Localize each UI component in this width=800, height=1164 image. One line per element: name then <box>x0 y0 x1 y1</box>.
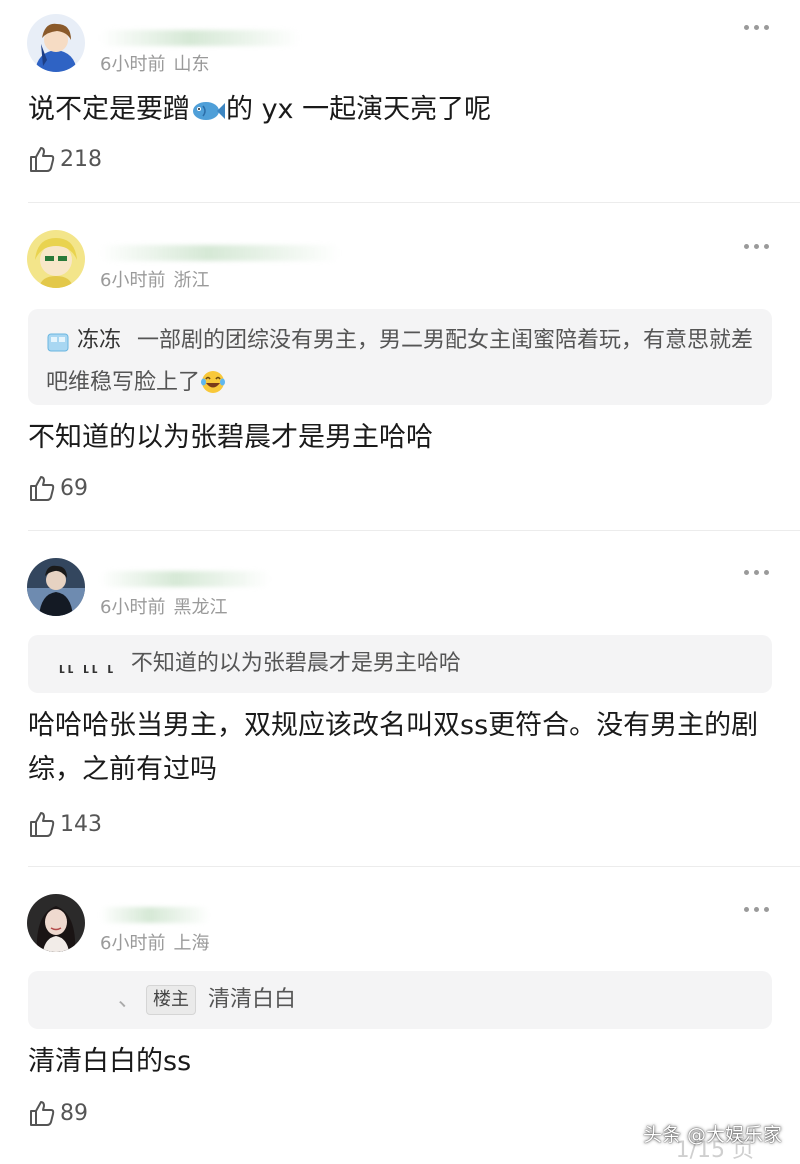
like-count: 89 <box>60 1100 88 1126</box>
laughing-tears-emoji-icon <box>200 369 226 407</box>
like-button[interactable]: 143 <box>28 810 102 838</box>
quoted-reply[interactable]: 冻冻 一部剧的团综没有男主，男二男配女主闺蜜陪着玩，有意思就差吧维稳写脸上了 <box>28 309 772 405</box>
like-count: 143 <box>60 811 102 837</box>
quote-author[interactable]: 冻冻 <box>77 328 121 353</box>
username-blurred <box>100 907 210 923</box>
more-options-icon[interactable] <box>744 904 770 914</box>
quote-text: 一部剧的团综没有男主，男二男配女主闺蜜陪着玩，有意思就差吧维稳写脸上了 <box>46 328 754 395</box>
comment-meta: 6小时前 黑龙江 <box>100 593 227 619</box>
comment-time: 6小时前 <box>100 933 166 954</box>
comment-location: 黑龙江 <box>173 597 228 618</box>
thumbs-up-icon <box>30 476 55 501</box>
comment-text: 清清白白的ss <box>28 1046 192 1077</box>
quote-author-blurred: 、 <box>118 987 141 1012</box>
quoted-reply[interactable]: ⸤⸤ ⸤⸤ ⸤ 不知道的以为张碧晨才是男主哈哈 <box>28 635 772 693</box>
user-avatar[interactable] <box>27 14 85 72</box>
comment-time: 6小时前 <box>100 270 166 291</box>
comment-meta: 6小时前 上海 <box>100 929 209 955</box>
like-count: 69 <box>60 475 88 501</box>
username-blurred <box>100 30 300 46</box>
more-options-icon[interactable] <box>744 241 770 251</box>
comment-3: 6小时前 黑龙江 ⸤⸤ ⸤⸤ ⸤ 不知道的以为张碧晨才是男主哈哈 哈哈哈张当男主，双… <box>0 531 800 866</box>
owner-badge: 楼主 <box>146 985 197 1015</box>
more-options-icon[interactable] <box>744 22 770 32</box>
quote-text: 不知道的以为张碧晨才是男主哈哈 <box>130 651 461 676</box>
quote-author[interactable]: ⸤⸤ ⸤⸤ ⸤ <box>58 651 115 676</box>
like-count: 218 <box>60 146 102 172</box>
user-avatar[interactable] <box>27 558 85 616</box>
fish-emoji-icon <box>190 94 226 138</box>
comment-text-part-1: 说不定是要蹭 <box>28 94 190 125</box>
quoted-reply[interactable]: 、楼主 清清白白 <box>28 971 772 1029</box>
username-blurred <box>100 245 340 261</box>
comment-text-part-2: 的 yx 一起演天亮了呢 <box>226 94 492 125</box>
comment-location: 浙江 <box>173 270 210 291</box>
comment-meta: 6小时前 浙江 <box>100 266 209 292</box>
comment-location: 山东 <box>173 54 210 75</box>
more-options-icon[interactable] <box>744 567 770 577</box>
comment-meta: 6小时前 山东 <box>100 50 209 76</box>
watermark: 1/15 页 头条 @大娱乐家 <box>642 1120 782 1163</box>
comment-text: 哈哈哈张当男主，双规应该改名叫双ss更符合。没有男主的剧综，之前有过吗 <box>28 710 759 785</box>
thumbs-up-icon <box>30 1101 55 1126</box>
quote-text: 清清白白 <box>208 987 297 1012</box>
comment-time: 6小时前 <box>100 597 166 618</box>
comment-text: 说不定是要蹭 的 yx 一起演天亮了呢 <box>28 88 764 138</box>
username-blurred <box>100 571 270 587</box>
comment-4: 6小时前 上海 、楼主 清清白白 清清白白的ss 89 <box>0 867 800 1155</box>
comment-location: 上海 <box>173 933 210 954</box>
comment-time: 6小时前 <box>100 54 166 75</box>
like-button[interactable]: 89 <box>28 1099 88 1127</box>
like-button[interactable]: 218 <box>28 145 102 173</box>
watermark-text: 头条 @大娱乐家 <box>642 1124 782 1146</box>
user-avatar[interactable] <box>27 894 85 952</box>
ice-cube-icon <box>46 329 70 365</box>
comment-2: 6小时前 浙江 冻冻 一部剧的团综没有男主，男二男配女主闺蜜陪着玩，有意思就差吧维稳… <box>0 203 800 530</box>
comment-1: 6小时前 山东 说不定是要蹭 的 yx 一起演天亮了呢 218 <box>0 0 800 203</box>
thumbs-up-icon <box>30 812 55 837</box>
user-avatar[interactable] <box>27 230 85 288</box>
like-button[interactable]: 69 <box>28 474 88 502</box>
thumbs-up-icon <box>30 147 55 172</box>
comment-text: 不知道的以为张碧晨才是男主哈哈 <box>28 422 433 453</box>
